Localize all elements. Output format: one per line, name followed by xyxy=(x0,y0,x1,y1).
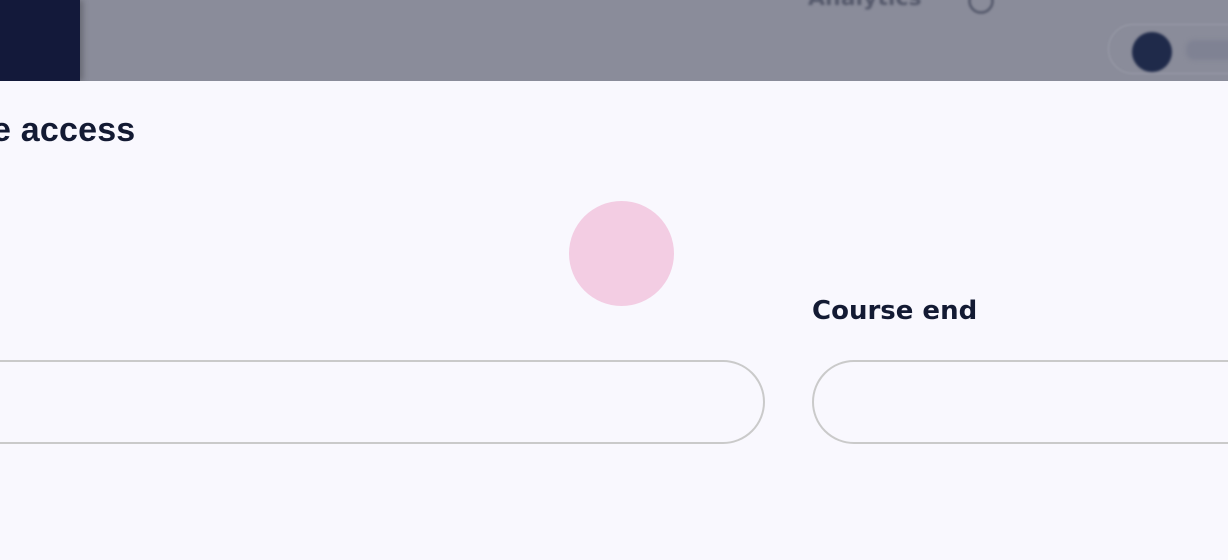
dialog-title: e access xyxy=(0,111,136,149)
course-end-input[interactable] xyxy=(812,360,1228,444)
backdrop-header-label: Analytics xyxy=(808,0,922,11)
screen: Analytics e access Course end xyxy=(0,0,1228,560)
backdrop-header: Analytics xyxy=(0,0,1228,81)
course-start-input[interactable] xyxy=(0,360,765,444)
help-circle-icon xyxy=(968,0,994,14)
course-end-label: Course end xyxy=(812,296,978,326)
course-access-dialog: e access Course end xyxy=(0,81,1228,560)
avatar xyxy=(1132,32,1172,72)
click-indicator xyxy=(569,201,674,306)
backdrop-user-name xyxy=(1186,40,1228,60)
backdrop-sidebar xyxy=(0,0,80,81)
